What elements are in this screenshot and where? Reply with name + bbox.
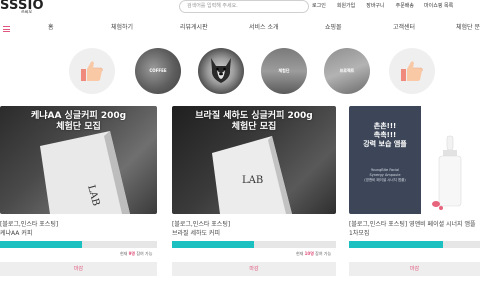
- nav-item-inquiry[interactable]: 체험단 문: [456, 23, 480, 33]
- card-image-headline: 촌촌!!! 촉촉!!! 강력 보습 앰플: [363, 122, 407, 148]
- nav-item-shop[interactable]: 쇼핑몰: [325, 23, 342, 33]
- card-image-headline: 브라질 세하도 싱글커피 200g 체험단 모집: [195, 111, 313, 132]
- progress-bar: [172, 241, 336, 248]
- coffee-bag-illustration: LAB: [212, 136, 292, 214]
- ampoule-bottle-illustration: [432, 135, 462, 210]
- card-image[interactable]: 촌촌!!! 촉촉!!! 강력 보습 앰플 YoungBite Facial Sy…: [349, 106, 480, 214]
- card-image-headline: 케냐AA 싱글커피 200g 체험단 모집: [30, 111, 127, 132]
- nav-item-reviews[interactable]: 리뷰게시판: [180, 23, 208, 33]
- orders-link[interactable]: 주문배송: [394, 1, 414, 11]
- svg-text:LAB: LAB: [242, 175, 263, 186]
- category-circle-thumbs-up-2[interactable]: [389, 48, 435, 94]
- circle-label: 프로젝트: [339, 68, 355, 73]
- nav-item-about[interactable]: 서비스 소개: [249, 23, 279, 33]
- progress-fill: [172, 241, 254, 248]
- nav-item-home[interactable]: 홈: [48, 23, 54, 33]
- hamburger-menu-icon[interactable]: [3, 26, 10, 32]
- search-placeholder: 검색어를 입력해 주세요.: [187, 3, 238, 9]
- wishlist-link[interactable]: 마이쇼핑 목록: [422, 1, 453, 11]
- search-input[interactable]: 검색어를 입력해 주세요.: [179, 0, 309, 13]
- cart-link[interactable]: 장바구니: [364, 1, 384, 11]
- closed-button[interactable]: 마감: [349, 262, 480, 276]
- progress-fill: [0, 241, 82, 248]
- nav-item-experience[interactable]: 체험하기: [111, 23, 133, 33]
- category-circle-dog[interactable]: [198, 48, 244, 94]
- login-link[interactable]: 로그인: [310, 1, 326, 11]
- top-bar: SSSIO 쓰씨오 검색어를 입력해 주세요. 로그인 회원가입 장바구니 주문…: [0, 0, 480, 18]
- site-logo-subtitle: 쓰씨오: [21, 9, 33, 14]
- top-links: 로그인 회원가입 장바구니 주문배송 마이쇼핑 목록: [307, 1, 453, 11]
- card-image-dark-panel: 촌촌!!! 촉촉!!! 강력 보습 앰플 YoungBite Facial Sy…: [349, 106, 421, 214]
- participants-meta: 현재 10명 참여 가능: [296, 251, 332, 256]
- main-nav: 홈 체험하기 리뷰게시판 서비스 소개 쇼핑몰 고객센터 체험단 문: [0, 19, 480, 39]
- coffee-bag-illustration: LAB: [40, 131, 130, 214]
- thumbs-up-icon: [401, 61, 423, 81]
- card-title[interactable]: [블로그,인스타 포스팅] 브라질 세하도 커피: [172, 220, 230, 238]
- progress-bar: [349, 241, 480, 248]
- nav-item-support[interactable]: 고객센터: [393, 23, 415, 33]
- card-title[interactable]: [블로그,인스타 포스팅] 영앤비 페이셜 시너지 앰플 1차모집: [349, 220, 476, 238]
- category-circle-project[interactable]: 프로젝트: [324, 48, 370, 94]
- circle-label: COFFEE: [149, 68, 167, 73]
- progress-bar: [0, 241, 157, 248]
- category-circle-coffee[interactable]: COFFEE: [135, 48, 181, 94]
- dog-silhouette-icon: [211, 58, 231, 83]
- participants-meta: 현재 9명 참여 가능: [120, 251, 153, 256]
- progress-fill: [349, 241, 444, 248]
- category-circle-experience[interactable]: 체험단: [261, 48, 307, 94]
- closed-button[interactable]: 마감: [172, 262, 336, 276]
- card-image-subtext: YoungBite Facial Synergy Ampoule (영앤비 페이…: [364, 168, 406, 182]
- card-image[interactable]: LAB 브라질 세하도 싱글커피 200g 체험단 모집: [172, 106, 336, 214]
- closed-button[interactable]: 마감: [0, 262, 157, 276]
- thumbs-up-icon: [81, 61, 103, 81]
- circle-label: 체험단: [278, 68, 290, 73]
- card-image[interactable]: LAB 케냐AA 싱글커피 200g 체험단 모집: [0, 106, 157, 214]
- signup-link[interactable]: 회원가입: [335, 1, 355, 11]
- category-circle-thumbs-up[interactable]: [69, 48, 115, 94]
- card-title[interactable]: [블로그,인스타 포스팅] 케냐AA 커피: [0, 220, 58, 238]
